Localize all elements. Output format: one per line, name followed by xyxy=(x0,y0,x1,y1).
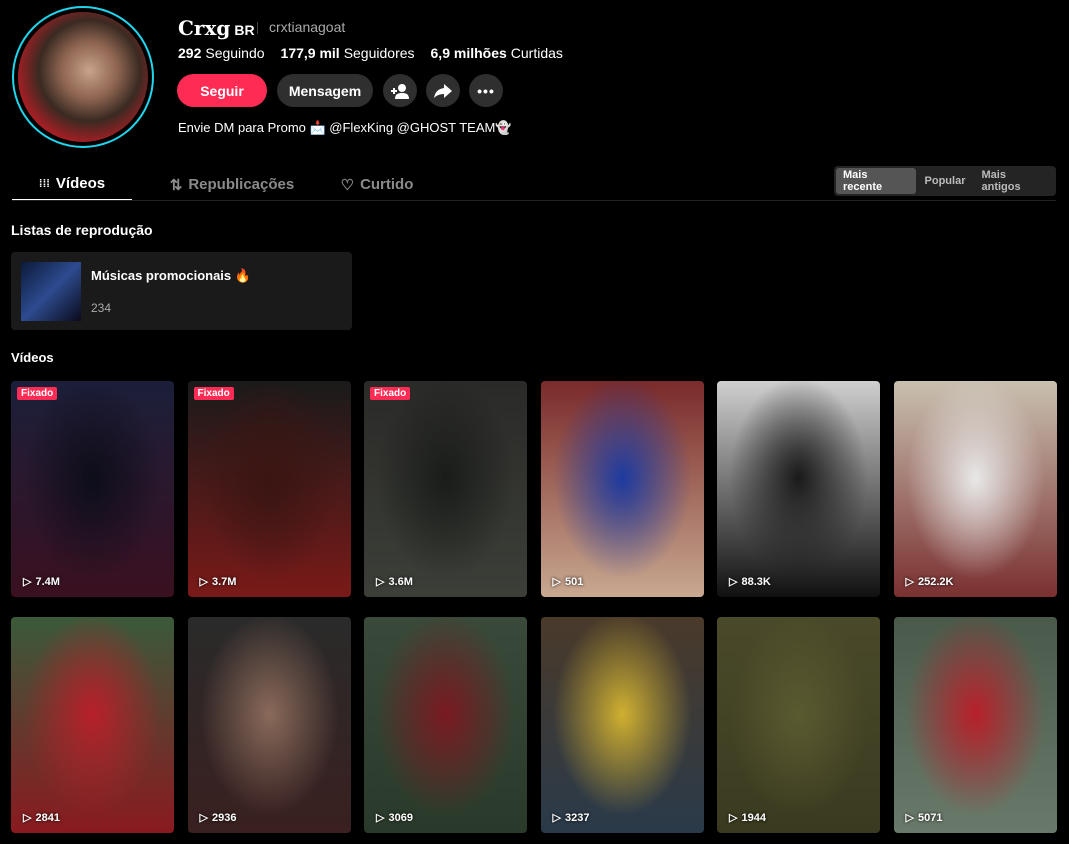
pinned-badge: Fixado xyxy=(193,387,234,400)
pinned-badge: Fixado xyxy=(370,387,411,400)
play-icon: ▷ xyxy=(905,812,914,824)
add-friend-button[interactable] xyxy=(383,74,417,107)
view-count: ▷ 5071 xyxy=(905,811,943,825)
tab-liked[interactable]: ♡ Curtido xyxy=(332,168,422,201)
video-card[interactable]: ▷ 252.2K xyxy=(893,381,1057,597)
video-card[interactable]: ▷ 2936 xyxy=(187,617,351,833)
sort-popular[interactable]: Popular xyxy=(918,168,973,194)
video-card[interactable]: ▷ 3069 xyxy=(364,617,527,833)
stat-likes: 6,9 milhões Curtidas xyxy=(430,45,563,61)
play-icon: ▷ xyxy=(23,576,32,588)
view-count: ▷ 1944 xyxy=(729,811,766,825)
video-card[interactable]: Fixado ▷ 7.4M xyxy=(11,381,174,597)
tab-reposts[interactable]: ⇅ Republicações xyxy=(132,168,332,201)
play-icon: ▷ xyxy=(729,576,738,588)
play-icon: ▷ xyxy=(729,812,738,824)
more-icon: ••• xyxy=(477,82,495,99)
video-grid: Fixado ▷ 7.4M Fixado ▷ 3.7M Fixado ▷ 3.6M ▷ 501 ▷ 88… xyxy=(11,381,1057,833)
videos-heading: Vídeos xyxy=(11,350,54,365)
play-icon: ▷ xyxy=(376,576,385,588)
country-badge: BR xyxy=(234,22,255,38)
video-card[interactable]: ▷ 88.3K xyxy=(717,381,880,597)
play-icon: ▷ xyxy=(199,812,208,824)
video-card[interactable]: ▷ 5071 xyxy=(893,617,1057,833)
play-icon: ▷ xyxy=(23,812,32,824)
share-icon xyxy=(434,83,452,98)
tabs-divider xyxy=(12,200,1056,201)
profile-bio: Envie DM para Promo 📩 @FlexKing @GHOST T… xyxy=(178,120,512,135)
heart-icon: ♡ xyxy=(340,176,355,194)
view-count: ▷ 7.4M xyxy=(23,575,60,589)
sort-toggle: Mais recente Popular Mais antigos xyxy=(834,166,1056,196)
more-button[interactable]: ••• xyxy=(469,74,503,107)
play-icon: ▷ xyxy=(552,812,561,824)
view-count: ▷ 88.3K xyxy=(729,575,771,589)
view-count: ▷ 501 xyxy=(552,575,584,589)
view-count: ▷ 3237 xyxy=(552,811,590,825)
video-card[interactable]: Fixado ▷ 3.7M xyxy=(187,381,351,597)
playlist-title: Músicas promocionais 🔥 xyxy=(91,268,251,283)
sort-oldest[interactable]: Mais antigos xyxy=(974,168,1054,194)
repost-icon: ⇅ xyxy=(169,176,183,194)
view-count: ▷ 2841 xyxy=(23,811,60,825)
video-card[interactable]: ▷ 2841 xyxy=(11,617,174,833)
profile-name: Crxg BR xyxy=(178,16,255,40)
view-count: ▷ 3.7M xyxy=(199,575,237,589)
profile-stats: 292 Seguindo 177,9 mil Seguidores 6,9 milh… xyxy=(178,45,563,61)
play-icon: ▷ xyxy=(552,576,561,588)
message-button[interactable]: Mensagem xyxy=(277,74,373,107)
stat-following[interactable]: 292 Seguindo xyxy=(178,45,265,61)
profile-tabs: ⁞⁞⁞ Vídeos ⇅ Republicações ♡ Curtido xyxy=(12,168,422,201)
video-card[interactable]: ▷ 3237 xyxy=(540,617,704,833)
stat-followers[interactable]: 177,9 mil Seguidores xyxy=(281,45,415,61)
view-count: ▷ 3.6M xyxy=(376,575,413,589)
play-icon: ▷ xyxy=(376,812,385,824)
play-icon: ▷ xyxy=(905,576,914,588)
tab-videos[interactable]: ⁞⁞⁞ Vídeos xyxy=(12,168,132,201)
view-count: ▷ 252.2K xyxy=(905,575,954,589)
follow-button[interactable]: Seguir xyxy=(177,74,267,107)
divider xyxy=(257,22,258,34)
play-icon: ▷ xyxy=(199,576,208,588)
playlist-card[interactable]: Músicas promocionais 🔥 234 xyxy=(11,252,352,330)
add-user-icon xyxy=(391,83,409,99)
video-card[interactable]: ▷ 501 xyxy=(540,381,704,597)
pinned-badge: Fixado xyxy=(17,387,58,400)
video-card[interactable]: Fixado ▷ 3.6M xyxy=(364,381,527,597)
playlist-count: 234 xyxy=(91,301,112,315)
view-count: ▷ 3069 xyxy=(376,811,413,825)
video-card[interactable]: ▷ 1944 xyxy=(717,617,880,833)
share-button[interactable] xyxy=(426,74,460,107)
playlists-heading: Listas de reprodução xyxy=(11,222,153,238)
sort-latest[interactable]: Mais recente xyxy=(836,168,916,194)
grid-icon: ⁞⁞⁞ xyxy=(38,177,50,190)
profile-avatar[interactable] xyxy=(12,6,154,148)
profile-handle: crxtianagoat xyxy=(269,19,346,35)
view-count: ▷ 2936 xyxy=(199,811,237,825)
playlist-thumbnail xyxy=(21,262,81,321)
